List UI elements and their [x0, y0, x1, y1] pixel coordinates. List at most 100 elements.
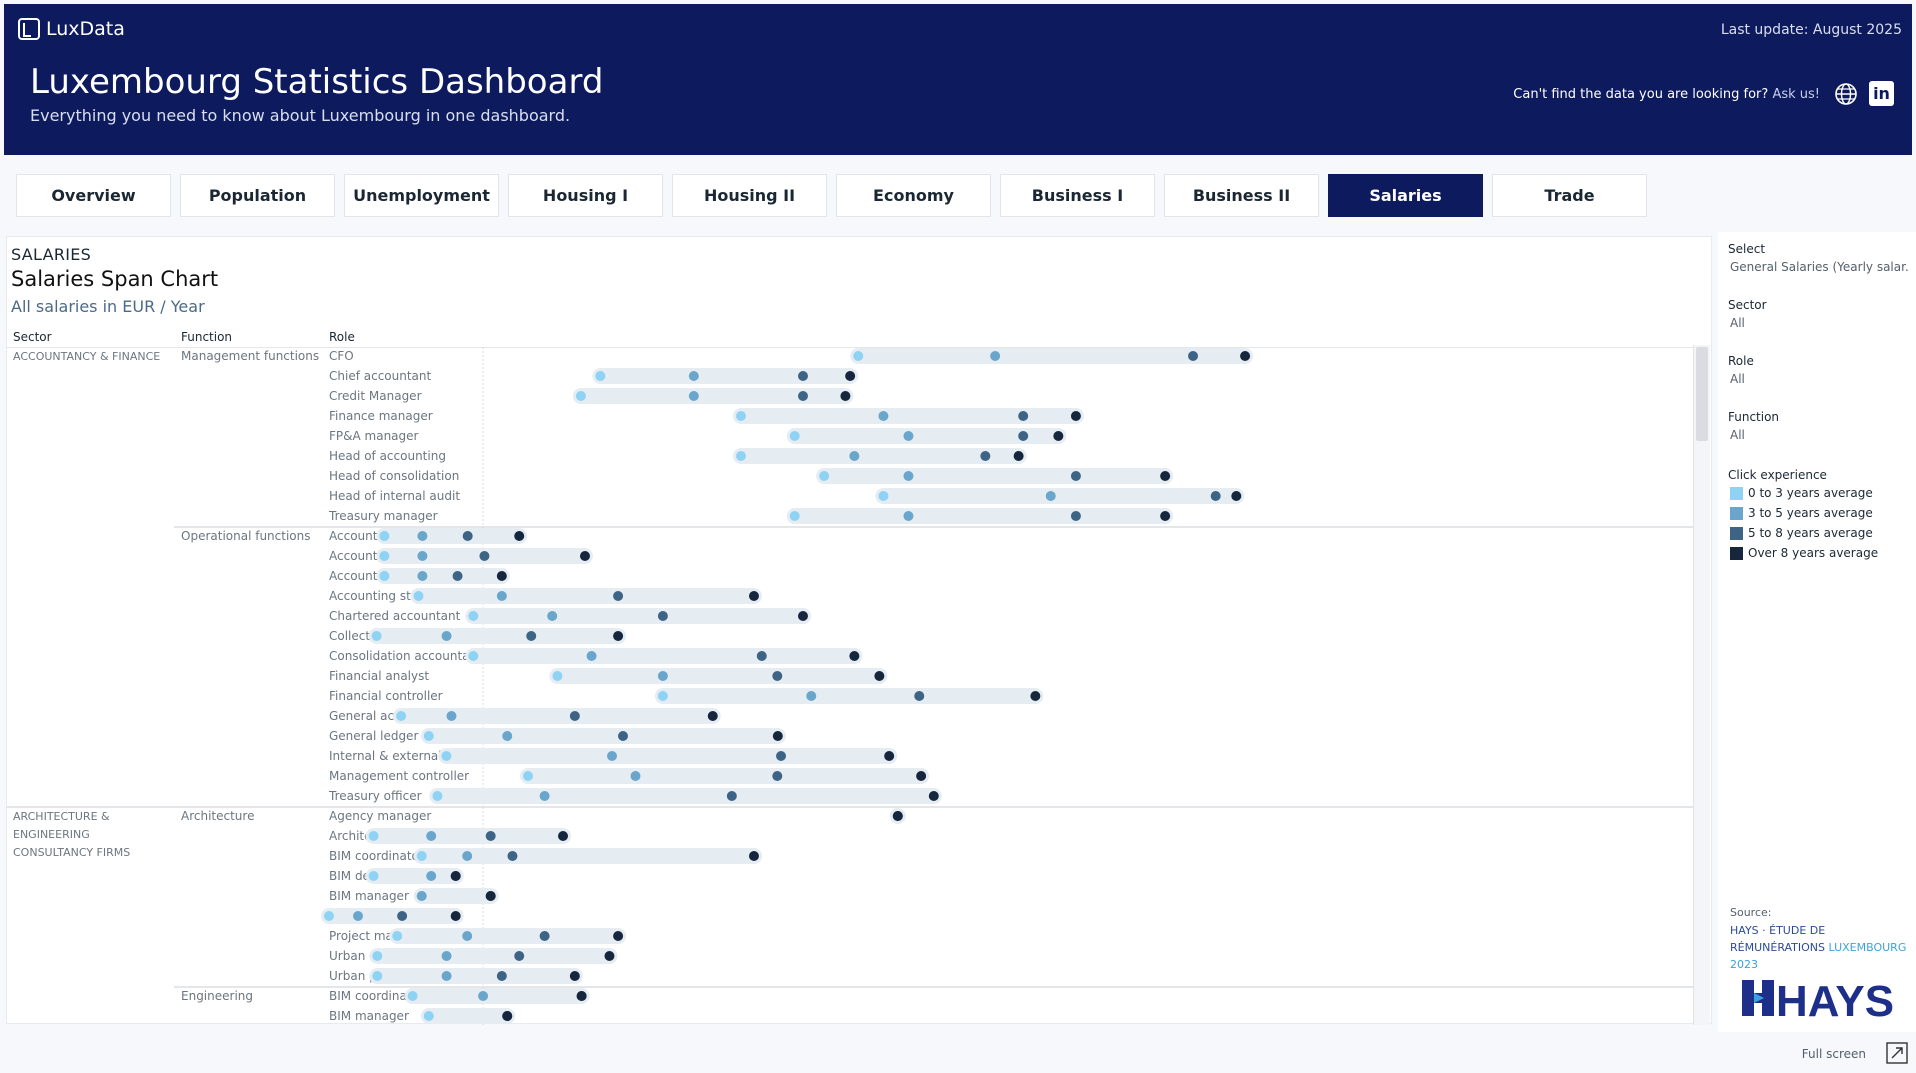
role-label[interactable]: CFO: [329, 349, 354, 363]
salary-point[interactable]: [990, 351, 1001, 361]
role-label[interactable]: Chartered accountant: [329, 609, 461, 623]
salary-span-bar[interactable]: [465, 608, 811, 624]
salary-point[interactable]: [379, 551, 390, 561]
salary-span-bar[interactable]: [389, 928, 627, 944]
salary-point[interactable]: [776, 751, 787, 761]
salary-span-bar[interactable]: [320, 908, 464, 924]
salary-span-bar[interactable]: [393, 708, 721, 724]
salary-point[interactable]: [426, 831, 437, 841]
salary-point[interactable]: [575, 391, 586, 401]
salary-span-bar[interactable]: [376, 528, 528, 544]
salary-point[interactable]: [806, 691, 817, 701]
salary-point[interactable]: [819, 471, 830, 481]
salary-point[interactable]: [726, 791, 737, 801]
salary-point[interactable]: [595, 371, 606, 381]
salary-point[interactable]: [547, 611, 558, 621]
role-label[interactable]: Head of consolidation: [329, 469, 459, 483]
salary-point[interactable]: [892, 811, 903, 821]
salary-point[interactable]: [423, 1011, 434, 1021]
salary-point[interactable]: [1160, 471, 1171, 481]
salary-point[interactable]: [604, 951, 615, 961]
salary-span-bar[interactable]: [875, 488, 1245, 504]
salary-point[interactable]: [772, 731, 783, 741]
salary-point[interactable]: [523, 771, 534, 781]
salary-point[interactable]: [502, 1011, 513, 1021]
salary-point[interactable]: [657, 671, 668, 681]
salary-point[interactable]: [407, 991, 418, 1001]
salary-point[interactable]: [849, 451, 860, 461]
salary-point[interactable]: [353, 911, 364, 921]
salary-span-bar[interactable]: [592, 368, 859, 384]
salary-point[interactable]: [1070, 411, 1081, 421]
salary-point[interactable]: [1070, 511, 1081, 521]
luxdata-logo[interactable]: LuxData: [18, 18, 125, 40]
tab-housing-i[interactable]: Housing I: [508, 174, 663, 217]
salary-point[interactable]: [797, 371, 808, 381]
salary-point[interactable]: [980, 451, 991, 461]
chart-scrollbar[interactable]: [1693, 345, 1710, 1025]
salary-point[interactable]: [416, 851, 427, 861]
salary-point[interactable]: [379, 571, 390, 581]
salary-point[interactable]: [432, 791, 443, 801]
salary-point[interactable]: [903, 431, 914, 441]
salary-point[interactable]: [485, 891, 496, 901]
salary-point[interactable]: [735, 451, 746, 461]
salary-point[interactable]: [452, 571, 463, 581]
salary-point[interactable]: [526, 631, 537, 641]
salary-point[interactable]: [468, 651, 479, 661]
source-text[interactable]: HAYS · ÉTUDE DE RÉMUNÉRATIONS LUXEMBOURG…: [1730, 922, 1908, 973]
role-label[interactable]: Financial controller: [329, 689, 443, 703]
salary-point[interactable]: [413, 591, 424, 601]
legend-item[interactable]: 3 to 5 years average: [1730, 506, 1873, 520]
tab-business-i[interactable]: Business I: [1000, 174, 1155, 217]
salary-point[interactable]: [441, 971, 452, 981]
salary-point[interactable]: [368, 871, 379, 881]
salary-point[interactable]: [1045, 491, 1056, 501]
salary-span-bar[interactable]: [572, 388, 854, 404]
salary-point[interactable]: [613, 631, 624, 641]
salary-point[interactable]: [416, 891, 427, 901]
salary-point[interactable]: [789, 431, 800, 441]
salary-point[interactable]: [630, 771, 641, 781]
role-label[interactable]: Credit Manager: [329, 389, 422, 403]
salary-point[interactable]: [756, 651, 767, 661]
fullscreen-label[interactable]: Full screen: [1802, 1047, 1866, 1061]
salary-point[interactable]: [735, 411, 746, 421]
salary-point[interactable]: [558, 831, 569, 841]
salary-point[interactable]: [507, 851, 518, 861]
salary-span-bar[interactable]: [732, 408, 1084, 424]
salary-span-bar[interactable]: [420, 728, 786, 744]
salary-point[interactable]: [1210, 491, 1221, 501]
salary-point[interactable]: [426, 871, 437, 881]
salary-point[interactable]: [323, 911, 334, 921]
role-label[interactable]: BIM coordinator: [329, 849, 424, 863]
salary-point[interactable]: [903, 471, 914, 481]
salary-point[interactable]: [1053, 431, 1064, 441]
salary-point[interactable]: [657, 691, 668, 701]
salary-point[interactable]: [485, 831, 496, 841]
salary-point[interactable]: [441, 631, 452, 641]
legend-item[interactable]: Over 8 years average: [1730, 546, 1878, 560]
salary-point[interactable]: [496, 971, 507, 981]
salary-point[interactable]: [878, 411, 889, 421]
select-filter-dropdown[interactable]: General Salaries (Yearly salar..: [1730, 260, 1908, 274]
salary-span-bar[interactable]: [369, 968, 583, 984]
role-label[interactable]: Financial analyst: [329, 669, 429, 683]
role-label[interactable]: Management controller: [329, 769, 469, 783]
role-label[interactable]: Head of accounting: [329, 449, 446, 463]
salary-point[interactable]: [874, 671, 885, 681]
salary-point[interactable]: [569, 711, 580, 721]
role-label[interactable]: FP&A manager: [329, 429, 419, 443]
salary-point[interactable]: [396, 711, 407, 721]
role-label[interactable]: Head of internal audit: [329, 489, 460, 503]
salary-point[interactable]: [607, 751, 618, 761]
scrollbar-thumb[interactable]: [1696, 347, 1708, 441]
salary-point[interactable]: [849, 651, 860, 661]
salary-span-bar[interactable]: [376, 568, 510, 584]
salary-point[interactable]: [552, 671, 563, 681]
salary-span-bar[interactable]: [429, 788, 942, 804]
salary-point[interactable]: [579, 551, 590, 561]
salary-point[interactable]: [707, 711, 718, 721]
salary-point[interactable]: [586, 651, 597, 661]
salary-span-bar[interactable]: [365, 868, 464, 884]
